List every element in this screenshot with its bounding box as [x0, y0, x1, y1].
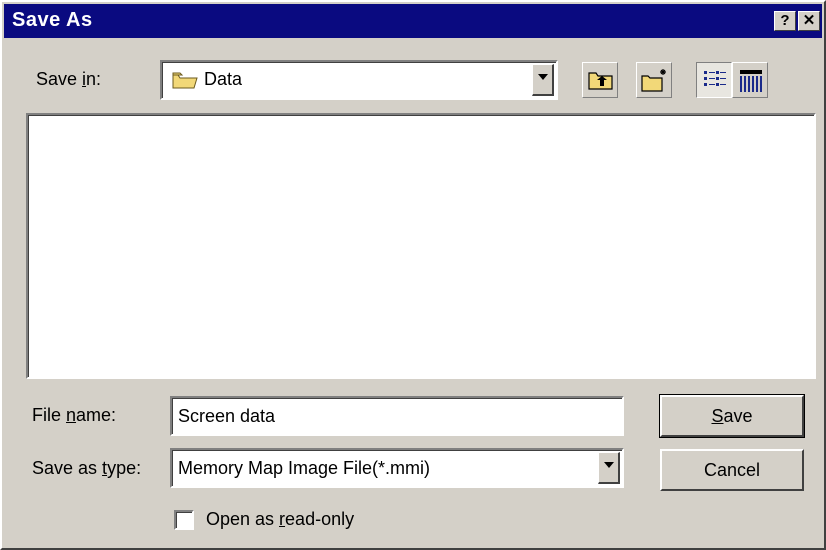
cancel-button[interactable]: Cancel — [660, 449, 804, 491]
close-button[interactable]: ✕ — [798, 11, 820, 31]
save-as-type-dropdown[interactable]: Memory Map Image File(*.mmi) — [170, 448, 624, 488]
details-view-icon — [738, 68, 764, 99]
folder-icon — [172, 70, 198, 95]
save-in-dropdown-arrow[interactable] — [532, 64, 554, 96]
save-in-label: Save in: — [36, 69, 102, 89]
help-button[interactable]: ? — [774, 11, 796, 31]
details-view-button[interactable] — [732, 62, 768, 98]
list-view-icon — [703, 69, 727, 98]
save-as-type-dropdown-arrow[interactable] — [598, 452, 620, 484]
file-name-input[interactable]: Screen data — [170, 396, 624, 436]
save-as-dialog: Save As ? ✕ Save in: Data File name: Scr… — [0, 0, 826, 550]
dialog-title: Save As — [12, 9, 93, 31]
up-one-level-button[interactable] — [582, 62, 618, 98]
read-only-label[interactable]: Open as read-only — [206, 509, 354, 530]
save-as-type-label: Save as type: — [32, 458, 142, 478]
create-new-folder-button[interactable] — [636, 62, 672, 98]
file-list-area[interactable] — [26, 113, 816, 379]
save-in-value: Data — [204, 69, 243, 89]
file-name-value: Screen data — [178, 406, 276, 426]
create-new-folder-icon — [641, 67, 669, 98]
up-one-level-icon — [588, 69, 614, 96]
list-view-button[interactable] — [696, 62, 732, 98]
save-as-type-value: Memory Map Image File(*.mmi) — [178, 458, 431, 478]
save-button[interactable]: Save — [659, 394, 805, 438]
save-in-dropdown[interactable]: Data — [160, 60, 558, 100]
title-bar[interactable]: Save As ? ✕ — [4, 4, 822, 38]
read-only-checkbox[interactable] — [174, 510, 194, 530]
file-name-label: File name: — [32, 405, 117, 425]
